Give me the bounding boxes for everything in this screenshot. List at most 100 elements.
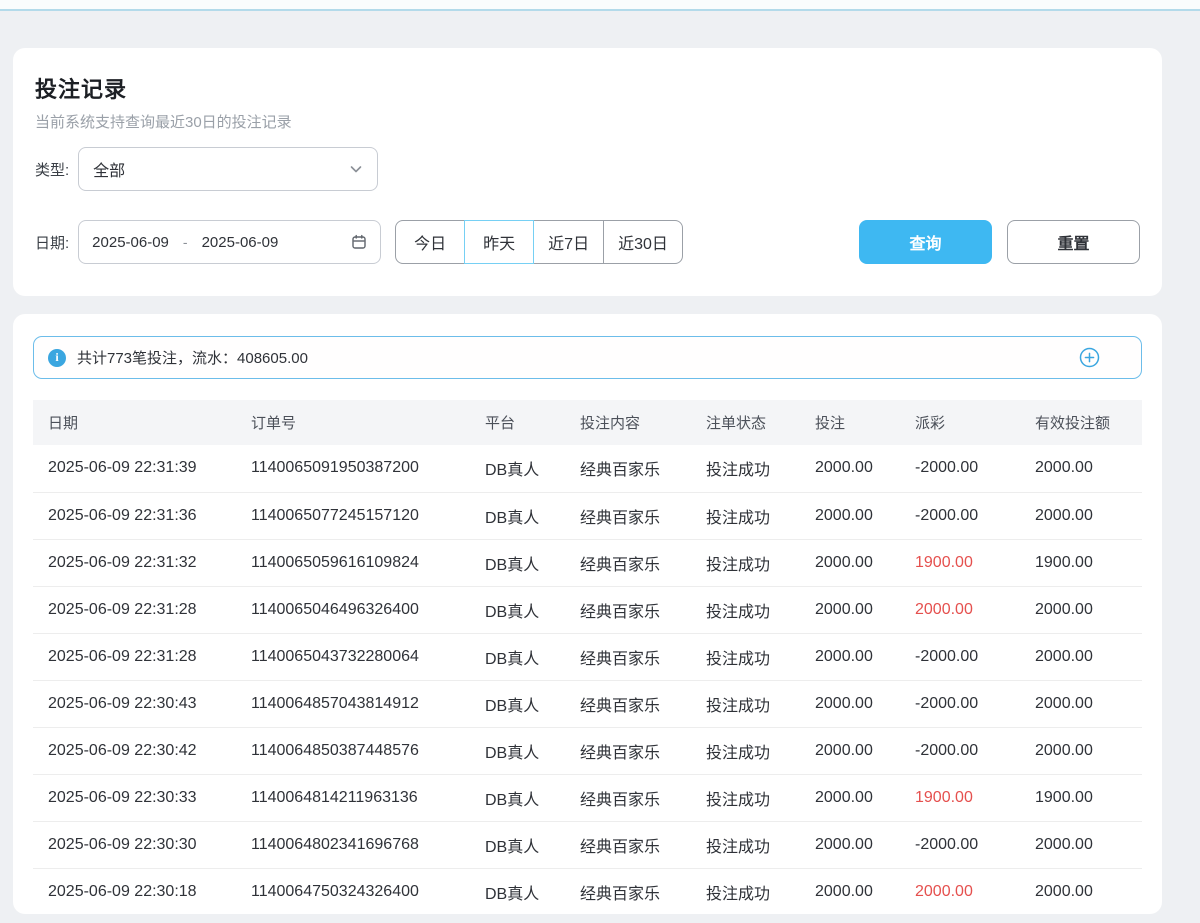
cell-content: 经典百家乐: [565, 539, 691, 586]
cell-date: 2025-06-09 22:31:39: [33, 445, 236, 492]
date-start-value: 2025-06-09: [92, 234, 169, 251]
search-button[interactable]: 查询: [859, 220, 992, 264]
cell-valid: 2000.00: [1020, 445, 1142, 492]
column-header-1: 订单号: [236, 400, 470, 445]
cell-content: 经典百家乐: [565, 727, 691, 774]
table-row: 2025-06-09 22:30:301140064802341696768DB…: [33, 821, 1142, 868]
cell-platform: DB真人: [470, 492, 565, 539]
cell-status: 投注成功: [691, 539, 800, 586]
cell-status: 投注成功: [691, 445, 800, 492]
cell-content: 经典百家乐: [565, 445, 691, 492]
column-header-0: 日期: [33, 400, 236, 445]
column-header-2: 平台: [470, 400, 565, 445]
cell-platform: DB真人: [470, 586, 565, 633]
cell-order_no: 1140065059616109824: [236, 539, 470, 586]
cell-payout: -2000.00: [900, 821, 1020, 868]
cell-status: 投注成功: [691, 492, 800, 539]
cell-payout: -2000.00: [900, 633, 1020, 680]
quick-range-button-3[interactable]: 近30日: [603, 220, 683, 264]
cell-order_no: 1140064857043814912: [236, 680, 470, 727]
chevron-down-icon: [349, 162, 363, 176]
cell-valid: 1900.00: [1020, 774, 1142, 821]
cell-bet: 2000.00: [800, 680, 900, 727]
cell-payout: -2000.00: [900, 492, 1020, 539]
cell-status: 投注成功: [691, 821, 800, 868]
cell-bet: 2000.00: [800, 727, 900, 774]
cell-status: 投注成功: [691, 868, 800, 914]
table-header: 日期订单号平台投注内容注单状态投注派彩有效投注额: [33, 400, 1142, 445]
date-label: 日期:: [35, 232, 69, 253]
cell-platform: DB真人: [470, 774, 565, 821]
filter-actions: 查询 重置: [859, 220, 1140, 264]
cell-payout: -2000.00: [900, 445, 1020, 492]
cell-valid: 1900.00: [1020, 539, 1142, 586]
column-header-3: 投注内容: [565, 400, 691, 445]
cell-payout: -2000.00: [900, 727, 1020, 774]
quick-range-button-2[interactable]: 近7日: [533, 220, 604, 264]
cell-payout: 2000.00: [900, 586, 1020, 633]
date-range-input[interactable]: 2025-06-09 - 2025-06-09: [78, 220, 381, 264]
cell-status: 投注成功: [691, 633, 800, 680]
table-row: 2025-06-09 22:31:281140065043732280064DB…: [33, 633, 1142, 680]
table-row: 2025-06-09 22:31:281140065046496326400DB…: [33, 586, 1142, 633]
info-icon: i: [48, 349, 66, 367]
cell-status: 投注成功: [691, 680, 800, 727]
cell-bet: 2000.00: [800, 821, 900, 868]
cell-valid: 2000.00: [1020, 680, 1142, 727]
table-row: 2025-06-09 22:30:331140064814211963136DB…: [33, 774, 1142, 821]
cell-content: 经典百家乐: [565, 868, 691, 914]
cell-platform: DB真人: [470, 868, 565, 914]
quick-range-group: 今日昨天近7日近30日: [395, 220, 683, 264]
type-select[interactable]: 全部: [78, 147, 378, 191]
cell-payout: 1900.00: [900, 774, 1020, 821]
quick-range-button-1[interactable]: 昨天: [464, 220, 534, 264]
page-subtitle: 当前系统支持查询最近30日的投注记录: [35, 111, 1140, 132]
results-panel: i 共计773笔投注，流水：408605.00 日期订单号平台投注内容注单状态投…: [13, 314, 1162, 914]
cell-bet: 2000.00: [800, 774, 900, 821]
cell-bet: 2000.00: [800, 539, 900, 586]
cell-content: 经典百家乐: [565, 821, 691, 868]
type-select-value: 全部: [93, 157, 125, 181]
cell-date: 2025-06-09 22:31:28: [33, 633, 236, 680]
column-header-5: 投注: [800, 400, 900, 445]
column-header-4: 注单状态: [691, 400, 800, 445]
summary-text: 共计773笔投注，流水：408605.00: [77, 347, 308, 368]
cell-valid: 2000.00: [1020, 633, 1142, 680]
cell-payout: 2000.00: [900, 868, 1020, 914]
cell-content: 经典百家乐: [565, 680, 691, 727]
cell-platform: DB真人: [470, 445, 565, 492]
summary-banner: i 共计773笔投注，流水：408605.00: [33, 336, 1142, 379]
cell-date: 2025-06-09 22:30:30: [33, 821, 236, 868]
date-range-separator: -: [183, 234, 188, 250]
date-filter-row: 日期: 2025-06-09 - 2025-06-09 今日昨天近7日近30日 …: [35, 220, 1140, 264]
cell-date: 2025-06-09 22:30:33: [33, 774, 236, 821]
cell-order_no: 1140064750324326400: [236, 868, 470, 914]
page-title: 投注记录: [35, 72, 1140, 104]
cell-platform: DB真人: [470, 727, 565, 774]
table-row: 2025-06-09 22:30:181140064750324326400DB…: [33, 868, 1142, 914]
filter-panel: 投注记录 当前系统支持查询最近30日的投注记录 类型: 全部 日期: 2025-…: [13, 48, 1162, 296]
cell-order_no: 1140065077245157120: [236, 492, 470, 539]
cell-status: 投注成功: [691, 586, 800, 633]
cell-valid: 2000.00: [1020, 868, 1142, 914]
cell-platform: DB真人: [470, 633, 565, 680]
expand-plus-icon[interactable]: [1079, 347, 1100, 368]
quick-range-button-0[interactable]: 今日: [395, 220, 465, 264]
cell-valid: 2000.00: [1020, 727, 1142, 774]
cell-content: 经典百家乐: [565, 774, 691, 821]
cell-order_no: 1140064802341696768: [236, 821, 470, 868]
cell-valid: 2000.00: [1020, 821, 1142, 868]
reset-button[interactable]: 重置: [1007, 220, 1140, 264]
cell-platform: DB真人: [470, 821, 565, 868]
table-row: 2025-06-09 22:31:361140065077245157120DB…: [33, 492, 1142, 539]
column-header-6: 派彩: [900, 400, 1020, 445]
cell-payout: 1900.00: [900, 539, 1020, 586]
cell-date: 2025-06-09 22:31:36: [33, 492, 236, 539]
calendar-icon: [351, 234, 367, 250]
cell-content: 经典百家乐: [565, 586, 691, 633]
cell-date: 2025-06-09 22:31:32: [33, 539, 236, 586]
table-row: 2025-06-09 22:31:391140065091950387200DB…: [33, 445, 1142, 492]
type-label: 类型:: [35, 159, 69, 180]
table-row: 2025-06-09 22:31:321140065059616109824DB…: [33, 539, 1142, 586]
cell-platform: DB真人: [470, 539, 565, 586]
